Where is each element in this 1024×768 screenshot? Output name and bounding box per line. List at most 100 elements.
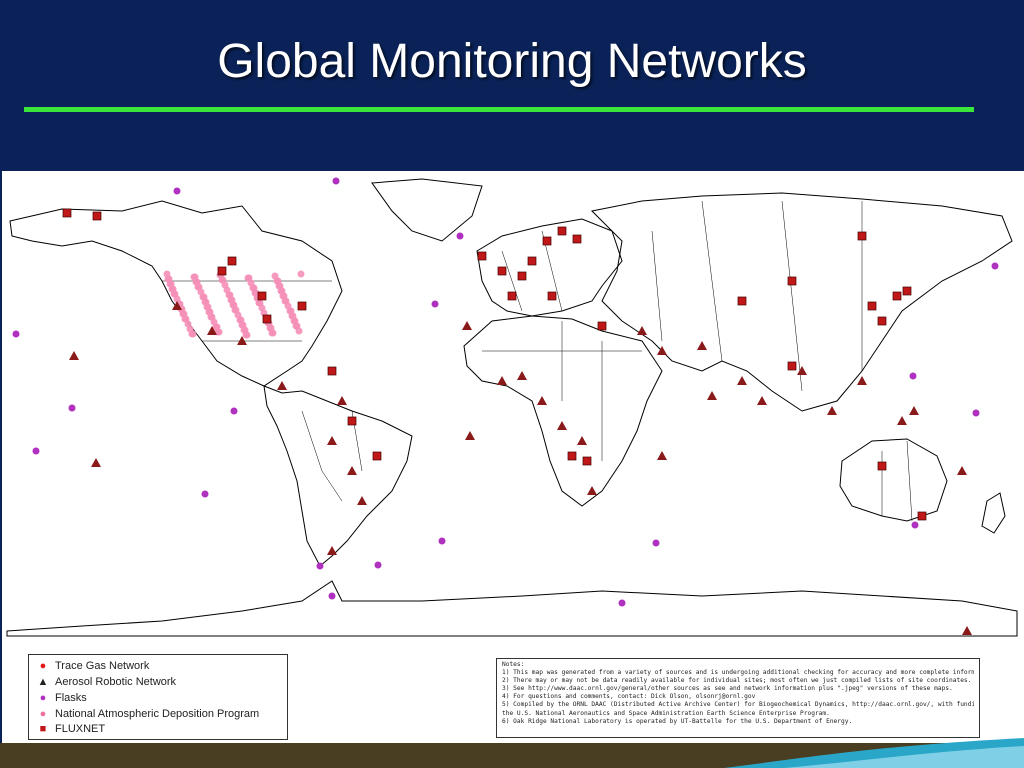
flask-site-marker — [316, 562, 324, 570]
aeronet-site-marker — [337, 396, 347, 405]
antarctica-outline — [6, 580, 1018, 637]
south-america-outline — [263, 385, 413, 567]
legend-item-trace-gas: ● Trace Gas Network — [37, 659, 150, 673]
flask-site-marker — [374, 561, 382, 569]
australia-outline — [839, 438, 948, 522]
triangle-icon: ▲ — [37, 676, 49, 688]
aeronet-site-marker — [797, 366, 807, 375]
aeronet-site-marker — [757, 396, 767, 405]
nadp-site-marker — [242, 331, 250, 339]
fluxnet-site-marker — [737, 296, 747, 306]
nadp-site-marker — [244, 274, 252, 282]
flask-site-marker — [652, 539, 660, 547]
fluxnet-site-marker — [892, 291, 902, 301]
red-circle-icon: ● — [39, 660, 47, 672]
flask-site-marker — [431, 300, 439, 308]
slide-title: Global Monitoring Networks — [217, 35, 807, 88]
aeronet-site-marker — [657, 451, 667, 460]
nadp-site-marker — [255, 299, 263, 307]
aeronet-site-marker — [91, 458, 101, 467]
flask-site-marker — [230, 407, 238, 415]
notes-line: 5) Compiled by the ORNL DAAC (Distribute… — [502, 701, 974, 709]
fluxnet-site-marker — [877, 461, 887, 471]
nadp-site-marker — [194, 283, 202, 291]
aeronet-site-marker — [277, 381, 287, 390]
nadp-site-marker — [268, 329, 276, 337]
fluxnet-site-marker — [867, 301, 877, 311]
fluxnet-site-marker — [787, 361, 797, 371]
aeronet-site-marker — [577, 436, 587, 445]
fluxnet-site-marker — [507, 291, 517, 301]
flask-site-marker — [32, 447, 40, 455]
aeronet-site-marker — [465, 431, 475, 440]
legend-item-fluxnet: ■ FLUXNET — [37, 722, 105, 736]
greenland-outline — [371, 178, 483, 242]
legend-item-nadp: ● National Atmospheric Deposition Progra… — [37, 707, 260, 721]
fluxnet-site-marker — [877, 316, 887, 326]
fluxnet-site-marker — [517, 271, 527, 281]
fluxnet-site-marker — [297, 301, 307, 311]
fluxnet-site-marker — [597, 321, 607, 331]
asia-outline — [590, 192, 1013, 412]
fluxnet-site-marker — [787, 276, 797, 286]
flask-site-marker — [438, 537, 446, 545]
fluxnet-site-marker — [567, 451, 577, 461]
nadp-site-marker — [170, 290, 178, 298]
fluxnet-sites — [62, 208, 927, 521]
legend-label: Trace Gas Network — [55, 660, 150, 672]
purple-circle-icon: ● — [39, 692, 47, 704]
africa-outline — [463, 315, 663, 507]
nadp-site-marker — [181, 315, 189, 323]
notes-line: 6) Oak Ridge National Laboratory is oper… — [502, 717, 853, 725]
aeronet-site-marker — [697, 341, 707, 350]
nadp-site-marker — [188, 330, 196, 338]
legend-label: National Atmospheric Deposition Program — [55, 708, 260, 720]
aeronet-site-marker — [517, 371, 527, 380]
aeronet-site-marker — [587, 486, 597, 495]
aeronet-site-marker — [497, 376, 507, 385]
fluxnet-site-marker — [917, 511, 927, 521]
fluxnet-site-marker — [62, 208, 72, 218]
flask-site-marker — [201, 490, 209, 498]
footer-wave-decoration — [724, 738, 1024, 768]
fluxnet-site-marker — [542, 236, 552, 246]
fluxnet-site-marker — [582, 456, 592, 466]
aeronet-site-marker — [737, 376, 747, 385]
fluxnet-site-marker — [372, 451, 382, 461]
nadp-sites — [163, 270, 305, 339]
fluxnet-site-marker — [527, 256, 537, 266]
fluxnet-site-marker — [477, 251, 487, 261]
fluxnet-site-marker — [217, 266, 227, 276]
aeronet-site-marker — [557, 421, 567, 430]
flask-site-marker — [12, 330, 20, 338]
flask-sites — [12, 177, 999, 607]
notes-line: 4) For questions and comments, contact: … — [502, 693, 756, 701]
nadp-site-marker — [207, 313, 215, 321]
notes-heading: Notes: — [502, 661, 525, 668]
aeronet-site-marker — [69, 351, 79, 360]
fluxnet-site-marker — [557, 226, 567, 236]
aeronet-site-marker — [537, 396, 547, 405]
flask-site-marker — [456, 232, 464, 240]
legend-label: Flasks — [55, 692, 87, 704]
title-underline — [24, 107, 974, 112]
flask-site-marker — [991, 262, 999, 270]
new-zealand-outline — [981, 492, 1006, 534]
notes-line: 1) This map was generated from a variety… — [502, 669, 974, 677]
notes-line: the U.S. National Aeronautics and Space … — [502, 709, 830, 717]
legend-item-aerosol: ▲ Aerosol Robotic Network — [37, 675, 177, 689]
fluxnet-site-marker — [257, 291, 267, 301]
fluxnet-site-marker — [327, 366, 337, 376]
flask-site-marker — [332, 177, 340, 185]
fluxnet-site-marker — [857, 231, 867, 241]
flask-site-marker — [909, 372, 917, 380]
nadp-site-marker — [297, 270, 305, 278]
map-notes: Notes: 1) This map was generated from a … — [496, 658, 980, 738]
square-icon: ■ — [39, 723, 47, 735]
nadp-site-marker — [231, 306, 239, 314]
fluxnet-site-marker — [547, 291, 557, 301]
map-legend: ● Trace Gas Network ▲ Aerosol Robotic Ne… — [28, 654, 288, 740]
flask-site-marker — [328, 592, 336, 600]
flask-site-marker — [972, 409, 980, 417]
fluxnet-site-marker — [497, 266, 507, 276]
